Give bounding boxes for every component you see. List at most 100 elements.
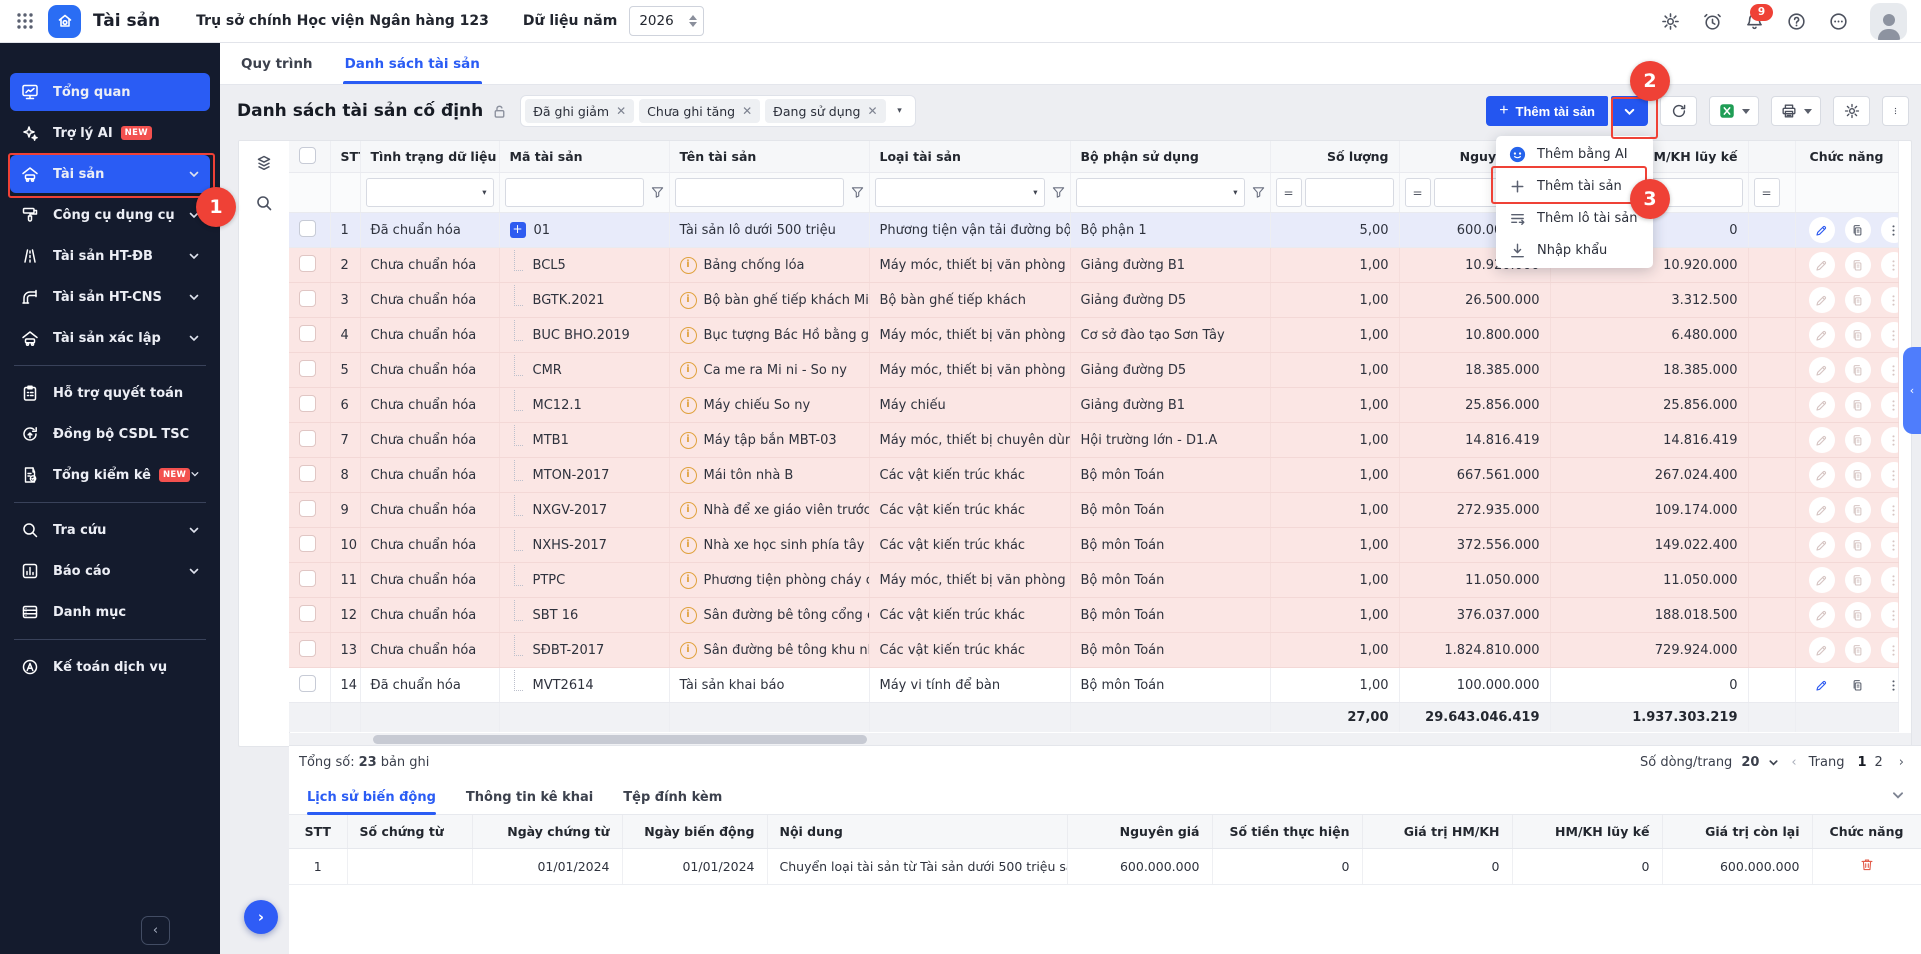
table-row[interactable]: 10 Chưa chuẩn hóa NXHS-2017 iNhà xe học …: [289, 528, 1898, 563]
chevron-down-icon[interactable]: [188, 250, 200, 262]
select-all-checkbox[interactable]: [299, 147, 316, 164]
history-column-4[interactable]: Ngày biến động: [622, 815, 767, 849]
dept-filter-select[interactable]: ▾: [1076, 178, 1245, 207]
history-row[interactable]: 101/01/202401/01/2024Chuyển loại tài sản…: [289, 849, 1921, 885]
export-excel-button[interactable]: [1709, 96, 1759, 126]
tab-thong-tin-ke-khai[interactable]: Thông tin kê khai: [466, 790, 593, 814]
edit-button[interactable]: [1809, 427, 1835, 453]
table-row[interactable]: 7 Chưa chuẩn hóa MTB1 iMáy tập bắn MBT-0…: [289, 423, 1898, 458]
table-row[interactable]: 1 Đã chuẩn hóa +01 Tài sản lô dưới 500 t…: [289, 213, 1898, 248]
column-header-stt[interactable]: STT: [330, 141, 360, 173]
more-options-icon[interactable]: [1828, 11, 1849, 32]
column-header-name[interactable]: Tên tài sản: [669, 141, 869, 173]
column-header-blank[interactable]: [1748, 141, 1795, 173]
chip-close-icon[interactable]: ✕: [616, 104, 626, 118]
name-filter[interactable]: [675, 178, 844, 207]
history-column-9[interactable]: HM/KH lũy kế: [1512, 815, 1662, 849]
column-header-dept[interactable]: Bộ phận sử dụng: [1070, 141, 1270, 173]
prev-page-button[interactable]: ‹: [1788, 755, 1799, 770]
info-icon[interactable]: i: [680, 502, 697, 519]
rows-per-page-value[interactable]: 20: [1741, 755, 1759, 770]
page-number-2[interactable]: 2: [1871, 755, 1887, 770]
row-checkbox[interactable]: [299, 605, 316, 622]
edit-button[interactable]: [1809, 462, 1835, 488]
sidebar-item-tai-san-ht-db[interactable]: Tài sản HT-ĐB: [10, 237, 210, 275]
qty-filter-input[interactable]: [1312, 185, 1387, 201]
duplicate-button[interactable]: [1845, 567, 1871, 593]
row-checkbox[interactable]: [299, 535, 316, 552]
row-more-button[interactable]: [1881, 637, 1898, 663]
edit-button[interactable]: [1809, 532, 1835, 558]
edit-button[interactable]: [1809, 602, 1835, 628]
row-checkbox[interactable]: [299, 325, 316, 342]
row-more-button[interactable]: [1881, 497, 1898, 523]
row-more-button[interactable]: [1881, 322, 1898, 348]
info-icon[interactable]: i: [680, 362, 697, 379]
qty-equals-operator[interactable]: =: [1276, 178, 1302, 207]
history-column-6[interactable]: Nguyên giá: [1067, 815, 1212, 849]
column-header-type[interactable]: Loại tài sản: [869, 141, 1070, 173]
tab-tep-dinh-kem[interactable]: Tệp đính kèm: [623, 790, 722, 814]
info-icon[interactable]: i: [680, 642, 697, 659]
history-column-5[interactable]: Nội dung: [767, 815, 1067, 849]
history-column-8[interactable]: Giá trị HM/KH: [1362, 815, 1512, 849]
refresh-button[interactable]: [1660, 96, 1697, 126]
edit-button[interactable]: [1809, 287, 1835, 313]
sidebar-item-tro-ly-ai[interactable]: Trợ lý AI NEW: [10, 114, 210, 152]
row-checkbox[interactable]: [299, 675, 316, 692]
type-filter-select[interactable]: ▾: [875, 178, 1045, 207]
table-row[interactable]: 4 Chưa chuẩn hóa BUC BHO.2019 iBục tượng…: [289, 318, 1898, 353]
chevron-down-icon[interactable]: [188, 565, 200, 577]
add-asset-dropdown-button[interactable]: [1611, 96, 1648, 126]
edit-button[interactable]: [1809, 217, 1835, 243]
duplicate-button[interactable]: [1845, 357, 1871, 383]
extra-equals-operator[interactable]: =: [1754, 178, 1780, 207]
history-column-7[interactable]: Số tiền thực hiện: [1212, 815, 1362, 849]
table-row[interactable]: 6 Chưa chuẩn hóa MC12.1 iMáy chiếu So ny…: [289, 388, 1898, 423]
sidebar-item-danh-muc[interactable]: Danh mục: [10, 593, 210, 631]
tab-lich-su-bien-dong[interactable]: Lịch sử biến động: [307, 790, 436, 814]
type-funnel-icon[interactable]: [1052, 186, 1065, 199]
row-more-button[interactable]: [1881, 672, 1898, 698]
cost-equals-operator[interactable]: =: [1405, 178, 1431, 207]
duplicate-button[interactable]: [1845, 287, 1871, 313]
row-checkbox[interactable]: [299, 465, 316, 482]
horizontal-scrollbar-thumb[interactable]: [373, 735, 867, 744]
sidebar-item-bao-cao[interactable]: Báo cáo: [10, 552, 210, 590]
delete-icon[interactable]: [1859, 857, 1875, 873]
chevron-down-icon[interactable]: [188, 524, 200, 536]
table-row[interactable]: 3 Chưa chuẩn hóa BGTK.2021 iBộ bàn ghế t…: [289, 283, 1898, 318]
info-icon[interactable]: i: [680, 572, 697, 589]
menu-item-1[interactable]: Thêm bằng AI: [1496, 138, 1653, 170]
edit-button[interactable]: [1809, 252, 1835, 278]
row-more-button[interactable]: [1881, 287, 1898, 313]
edit-button[interactable]: [1809, 637, 1835, 663]
menu-item-2[interactable]: Thêm tài sản: [1496, 170, 1653, 202]
chevron-down-icon[interactable]: [188, 209, 200, 221]
sidebar-item-cong-cu-dung-cu[interactable]: Công cụ dụng cụ: [10, 196, 210, 234]
row-more-button[interactable]: [1881, 392, 1898, 418]
qty-filter[interactable]: [1305, 178, 1394, 207]
row-more-button[interactable]: [1881, 252, 1898, 278]
row-checkbox[interactable]: [299, 360, 316, 377]
sidebar-item-ke-toan-dich-vu[interactable]: Kế toán dịch vụ: [10, 648, 210, 686]
add-asset-button[interactable]: + Thêm tài sản: [1486, 96, 1608, 126]
type-filter-input[interactable]: [882, 185, 1034, 201]
table-row[interactable]: 14 Đã chuẩn hóa MVT2614 Tài sản khai báo…: [289, 668, 1898, 703]
more-actions-button[interactable]: [1882, 96, 1909, 126]
row-more-button[interactable]: [1881, 462, 1898, 488]
edit-button[interactable]: [1809, 567, 1835, 593]
chip-close-icon[interactable]: ✕: [867, 104, 877, 118]
tab-danh-sach-tai-san[interactable]: Danh sách tài sản: [343, 56, 482, 84]
table-row[interactable]: 12 Chưa chuẩn hóa SBT 16 iSân đường bê t…: [289, 598, 1898, 633]
chevron-down-icon[interactable]: [190, 469, 200, 481]
status-filter-select[interactable]: ▾: [366, 178, 494, 207]
duplicate-button[interactable]: [1845, 392, 1871, 418]
table-row[interactable]: 2 Chưa chuẩn hóa BCL5 iBảng chống lóa Má…: [289, 248, 1898, 283]
column-header-qty[interactable]: Số lượng: [1270, 141, 1399, 173]
right-panel-flap[interactable]: ‹: [1903, 347, 1921, 434]
column-header-code[interactable]: Mã tài sản: [499, 141, 669, 173]
info-icon[interactable]: i: [680, 467, 697, 484]
chevron-down-icon[interactable]: [188, 332, 200, 344]
sidebar-item-dong-bo-csdl-tsc[interactable]: Đồng bộ CSDL TSC: [10, 415, 210, 453]
